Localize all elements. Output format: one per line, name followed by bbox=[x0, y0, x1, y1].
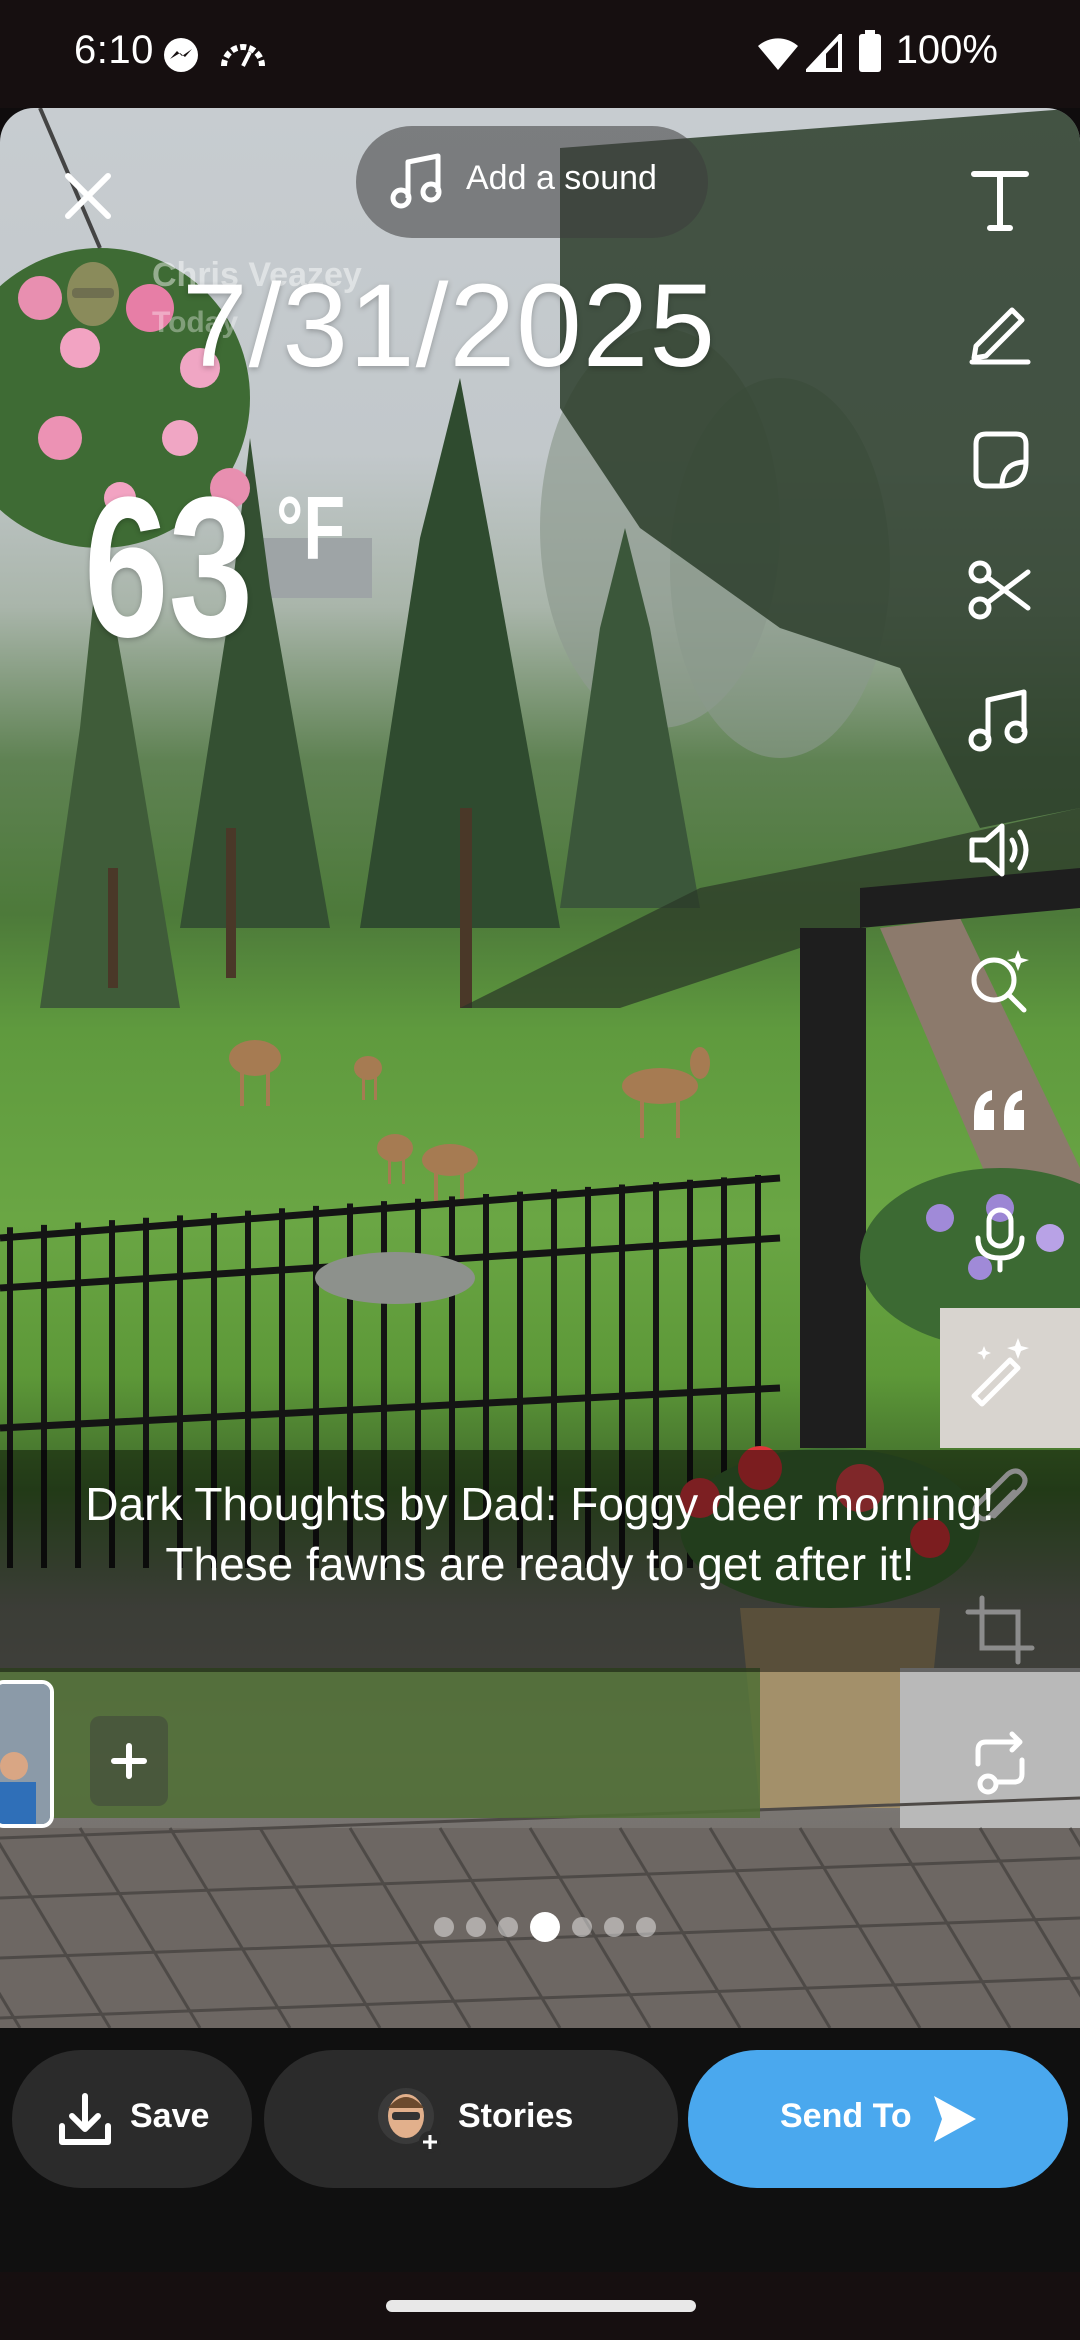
add-sound-label: Add a sound bbox=[466, 159, 657, 197]
add-sound-button[interactable]: Add a sound bbox=[356, 126, 708, 238]
lens-search-icon[interactable] bbox=[962, 942, 1038, 1018]
stories-button[interactable]: Stories bbox=[264, 2050, 678, 2188]
gauge-icon bbox=[221, 44, 265, 67]
page-dot bbox=[636, 1917, 656, 1937]
temperature-sticker[interactable]: 63 bbox=[84, 468, 253, 668]
pencil-icon[interactable] bbox=[962, 292, 1038, 368]
signal-icon bbox=[806, 34, 842, 72]
sticker-icon[interactable] bbox=[962, 422, 1038, 498]
snap-photo[interactable]: Add a sound Chris Veazey Today 7/31/2025… bbox=[0, 108, 1080, 2028]
loop-icon[interactable] bbox=[962, 1722, 1038, 1798]
avatar bbox=[67, 262, 119, 326]
action-bar: Save Stories Send To bbox=[0, 2028, 1080, 2272]
text-icon[interactable] bbox=[962, 162, 1038, 238]
download-icon bbox=[59, 2093, 111, 2145]
page-dot bbox=[466, 1917, 486, 1937]
music-icon[interactable] bbox=[962, 682, 1038, 758]
date-sticker[interactable]: 7/31/2025 bbox=[182, 258, 716, 394]
send-arrow-icon bbox=[934, 2096, 976, 2142]
plus-icon bbox=[111, 1743, 147, 1779]
temperature-unit: °F bbox=[276, 479, 346, 579]
thumbnail-image bbox=[0, 1684, 50, 1824]
page-indicator bbox=[434, 1912, 656, 1942]
send-to-button[interactable]: Send To bbox=[688, 2050, 1068, 2188]
clock: 6:10 bbox=[74, 28, 154, 72]
snap-thumbnail[interactable] bbox=[0, 1680, 54, 1828]
save-label: Save bbox=[130, 2097, 210, 2135]
caption-text: Dark Thoughts by Dad: Foggy deer morning… bbox=[85, 1478, 995, 1590]
wifi-icon bbox=[758, 38, 798, 70]
magic-wand-icon[interactable] bbox=[962, 1332, 1038, 1408]
page-dot bbox=[530, 1912, 560, 1942]
speaker-icon[interactable] bbox=[962, 812, 1038, 888]
stories-label: Stories bbox=[458, 2097, 574, 2135]
page-dot bbox=[434, 1917, 454, 1937]
bitmoji-avatar-icon bbox=[378, 2088, 441, 2153]
scissors-icon[interactable] bbox=[962, 552, 1038, 628]
status-bar: 6:10 100% bbox=[0, 0, 1080, 108]
microphone-icon[interactable] bbox=[962, 1202, 1038, 1278]
music-note-icon bbox=[390, 153, 442, 209]
quote-icon[interactable] bbox=[962, 1072, 1038, 1148]
navigation-bar bbox=[0, 2272, 1080, 2340]
save-button[interactable]: Save bbox=[12, 2050, 252, 2188]
caption-bar[interactable]: Dark Thoughts by Dad: Foggy deer morning… bbox=[0, 1450, 1080, 1672]
add-snap-button[interactable] bbox=[90, 1716, 168, 1806]
send-to-label: Send To bbox=[780, 2097, 912, 2135]
page-dot bbox=[498, 1917, 518, 1937]
battery-icon bbox=[859, 30, 881, 72]
battery-percent: 100% bbox=[895, 28, 998, 72]
page-dot bbox=[604, 1917, 624, 1937]
page-dot bbox=[572, 1917, 592, 1937]
messenger-icon bbox=[164, 38, 198, 72]
close-icon[interactable] bbox=[58, 166, 118, 226]
editor-toolbar bbox=[940, 108, 1080, 2008]
home-gesture-handle[interactable] bbox=[386, 2300, 696, 2312]
